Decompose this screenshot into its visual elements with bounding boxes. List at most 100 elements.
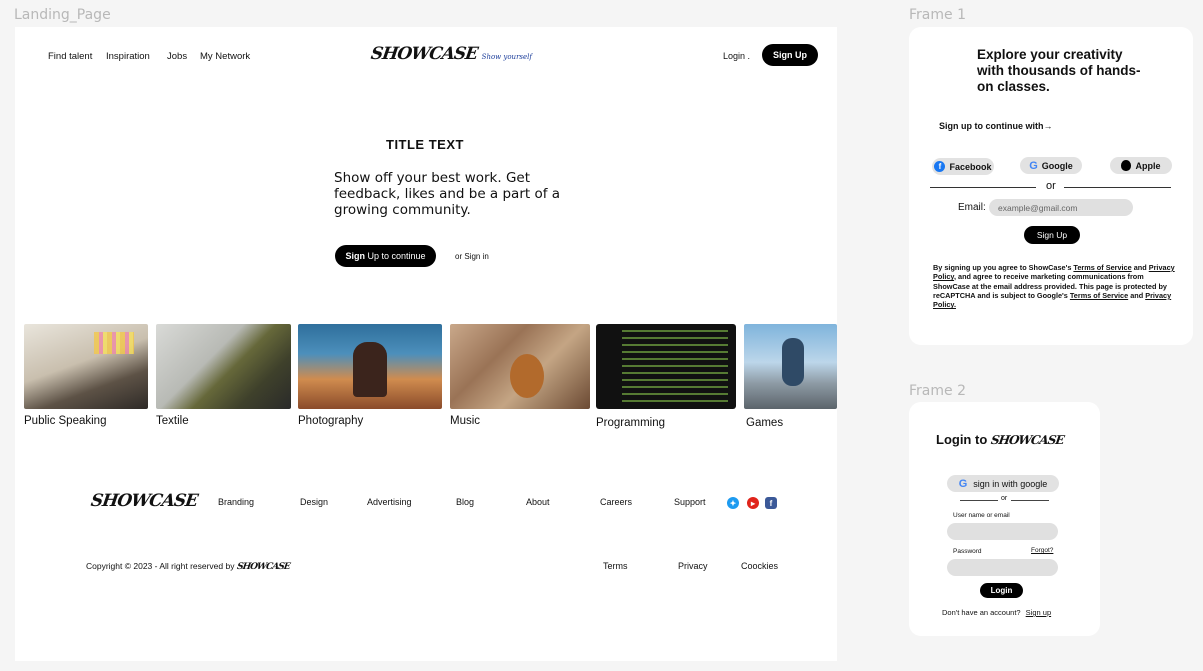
or-text: or xyxy=(1046,180,1056,192)
facebook-icon[interactable]: f xyxy=(765,497,777,509)
continue-with-text: Sign up to continue with→ xyxy=(939,121,1053,131)
twitter-icon[interactable]: ✦ xyxy=(727,497,739,509)
footer-link-about[interactable]: About xyxy=(526,497,550,507)
signup-button[interactable]: Sign Up xyxy=(762,44,818,66)
copyright-text: Copyright © 2023 - All right reserved by xyxy=(86,561,235,571)
apple-label: Apple xyxy=(1135,160,1161,171)
footer-link-design[interactable]: Design xyxy=(300,497,328,507)
divider-left xyxy=(960,500,998,501)
hero-title: TITLE TEXT xyxy=(386,137,464,152)
nav-jobs[interactable]: Jobs xyxy=(167,51,187,62)
password-field[interactable] xyxy=(947,559,1058,576)
google-signup-button[interactable]: G Google xyxy=(1020,157,1082,174)
landing-page: Find talent Inspiration Jobs My Network … xyxy=(15,27,837,661)
or-text: or xyxy=(1001,495,1008,502)
divider-right xyxy=(1011,500,1049,501)
category-image xyxy=(744,324,837,409)
signup-frame: Explore your creativity with thousands o… xyxy=(909,27,1193,345)
category-card[interactable]: Textile xyxy=(156,324,291,427)
legal-text-1: By signing up you agree to ShowCase's xyxy=(933,263,1074,272)
google-icon: G xyxy=(1029,159,1038,172)
frame-label-landing: Landing_Page xyxy=(14,7,111,23)
email-label: Email: xyxy=(958,202,986,213)
signup-link[interactable]: Sign up xyxy=(1026,608,1051,617)
category-label: Public Speaking xyxy=(24,415,107,427)
category-card[interactable]: Programming xyxy=(596,324,736,429)
frame1-signup-label: Sign Up xyxy=(1036,230,1068,240)
facebook-icon: f xyxy=(934,161,946,172)
terms-link[interactable]: Terms of Service xyxy=(1073,263,1131,272)
hero-signup-button[interactable]: Sign Up to continue xyxy=(335,245,436,267)
category-image xyxy=(24,324,148,409)
login-frame: Login to SHOWCASE G sign in with google … xyxy=(909,402,1100,636)
footer-privacy[interactable]: Privacy xyxy=(678,561,708,571)
footer-logo[interactable]: SHOWCASE xyxy=(90,491,199,511)
nav-find-talent[interactable]: Find talent xyxy=(48,51,92,62)
frame-label-frame2: Frame 2 xyxy=(909,383,966,399)
signup-button-label: Sign Up xyxy=(773,50,807,60)
login-heading-text: Login to xyxy=(936,432,988,447)
footer-cookies[interactable]: Coockies xyxy=(741,561,778,571)
category-label: Games xyxy=(746,417,784,429)
category-image xyxy=(156,324,291,409)
copyright-logo: SHOWCASE xyxy=(236,562,291,572)
email-field[interactable]: example@gmail.com xyxy=(989,199,1133,216)
google-label: Google xyxy=(1041,160,1073,171)
category-image xyxy=(450,324,590,409)
hero-signin-link[interactable]: or Sign in xyxy=(455,252,489,261)
category-card[interactable]: Photography xyxy=(298,324,442,427)
legal-text: By signing up you agree to ShowCase's Te… xyxy=(933,263,1179,309)
category-label: Programming xyxy=(596,417,666,429)
frame1-signup-button[interactable]: Sign Up xyxy=(1024,226,1080,244)
apple-signup-button[interactable]: Apple xyxy=(1110,157,1172,174)
divider-left xyxy=(930,187,1036,188)
nav-my-network[interactable]: My Network xyxy=(200,51,250,62)
username-field[interactable] xyxy=(947,523,1058,540)
logo: SHOWCASE xyxy=(369,44,479,64)
legal-text-2: and xyxy=(1131,263,1149,272)
login-link[interactable]: Login . xyxy=(723,51,750,61)
email-placeholder: example@gmail.com xyxy=(998,203,1078,213)
brand[interactable]: SHOWCASE Show yourself xyxy=(369,44,532,64)
legal-text-4: and xyxy=(1128,290,1146,300)
google-signin-label: sign in with google xyxy=(973,478,1048,489)
google-terms-link[interactable]: Terms of Service xyxy=(1070,291,1128,300)
facebook-label: Facebook xyxy=(949,161,992,172)
footer-link-advertising[interactable]: Advertising xyxy=(367,497,412,507)
frame-label-frame1: Frame 1 xyxy=(909,7,966,23)
footer-link-careers[interactable]: Careers xyxy=(600,497,632,507)
category-card[interactable]: Music xyxy=(450,324,590,427)
footer-terms[interactable]: Terms xyxy=(603,561,628,571)
copyright: Copyright © 2023 - All right reserved by… xyxy=(86,561,291,572)
nav-inspiration[interactable]: Inspiration xyxy=(106,51,150,62)
category-image xyxy=(298,324,442,409)
category-label: Textile xyxy=(156,415,189,427)
youtube-icon[interactable]: ▸ xyxy=(747,497,759,509)
footer-link-support[interactable]: Support xyxy=(674,497,706,507)
no-account-text: Don't have an account? xyxy=(942,608,1021,617)
tagline: Show yourself xyxy=(481,53,532,61)
hero-signup-rest: Up to continue xyxy=(364,251,426,261)
hero-subtitle: Show off your best work. Get feedback, l… xyxy=(334,170,561,218)
divider-right xyxy=(1064,187,1171,188)
category-card[interactable]: Public Speaking xyxy=(24,324,148,427)
login-button[interactable]: Login xyxy=(980,583,1023,598)
category-image xyxy=(596,324,736,409)
apple-icon xyxy=(1121,160,1132,171)
category-card[interactable]: Games xyxy=(744,324,837,429)
username-label: User name or email xyxy=(953,512,1010,519)
login-heading: Login to SHOWCASE xyxy=(936,432,1064,447)
hero-signup-bold: Sign xyxy=(345,251,365,261)
password-label: Password xyxy=(953,548,982,555)
category-label: Photography xyxy=(298,415,364,427)
footer-link-branding[interactable]: Branding xyxy=(218,497,254,507)
signup-heading: Explore your creativity with thousands o… xyxy=(977,47,1141,94)
google-icon: G xyxy=(958,477,968,490)
login-button-label: Login xyxy=(990,586,1013,595)
google-signin-button[interactable]: G sign in with google xyxy=(947,475,1059,492)
signup-prompt: Don't have an account? Sign up xyxy=(942,608,1051,617)
category-label: Music xyxy=(450,415,481,427)
footer-link-blog[interactable]: Blog xyxy=(456,497,474,507)
forgot-link[interactable]: Forgot? xyxy=(1031,547,1053,554)
facebook-signup-button[interactable]: f Facebook xyxy=(932,158,994,175)
